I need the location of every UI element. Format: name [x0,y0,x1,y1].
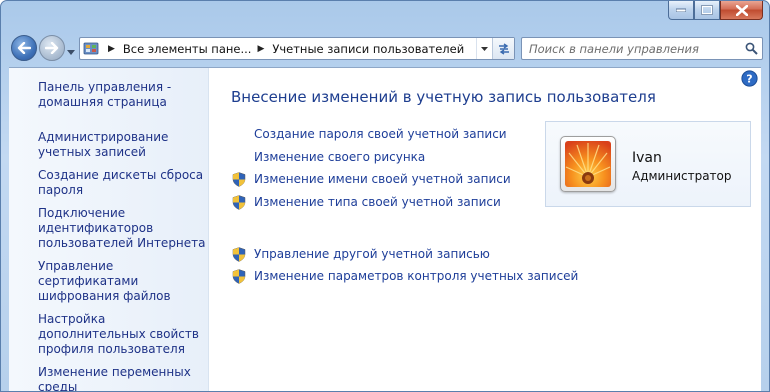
window-caption-buttons [668,1,763,20]
breadcrumb-label: Учетные записи пользователей [272,41,465,56]
navigation-toolbar: ▶ Все элементы пане... ▶ Учетные записи … [1,31,769,65]
task-sidebar: Панель управления - домашняя страница Ад… [9,68,209,391]
chevron-down-icon [67,50,75,55]
sidebar-item-encryption-certificates[interactable]: Управление сертификатами шифрования файл… [38,259,210,304]
control-panel-window: ▶ Все элементы пане... ▶ Учетные записи … [0,0,770,392]
sidebar-item-environment-variables[interactable]: Изменение переменных среды [38,365,210,391]
sidebar-item-online-ids[interactable]: Подключение идентификаторов пользователе… [38,206,210,251]
breadcrumb-separator-icon[interactable]: ▶ [257,44,264,54]
task-uac-settings[interactable]: Изменение параметров контроля учетных за… [231,268,578,284]
task-label: Управление другой учетной записью [254,247,490,261]
page-title: Внесение изменений в учетную запись поль… [231,88,656,106]
task-create-password[interactable]: Создание пароля своей учетной записи [231,126,507,142]
breadcrumb-user-accounts[interactable]: Учетные записи пользователей [272,42,464,56]
minimize-icon [676,8,686,12]
task-label: Изменение параметров контроля учетных за… [254,269,579,283]
arrow-right-icon [45,42,59,54]
chevron-down-icon [481,46,488,51]
task-label: Изменение типа своей учетной записи [254,195,501,209]
maximize-button[interactable] [694,1,720,20]
back-button[interactable] [11,35,37,61]
refresh-icon [498,43,509,55]
minimize-button[interactable] [668,1,694,20]
uac-shield-icon [231,268,247,284]
control-panel-icon [80,38,102,59]
breadcrumb-label: Все элементы пане... [122,41,252,56]
uac-shield-icon [231,194,247,210]
help-icon: ? [741,70,758,87]
task-change-type[interactable]: Изменение типа своей учетной записи [231,194,501,210]
task-label: Изменение имени своей учетной записи [254,172,511,186]
forward-button[interactable] [39,35,65,61]
svg-text:?: ? [746,73,752,86]
breadcrumb-separator-icon[interactable]: ▶ [108,44,115,54]
task-change-picture[interactable]: Изменение своего рисунка [231,149,425,165]
sidebar-item-control-panel-home[interactable]: Панель управления - домашняя страница [38,80,210,110]
user-name: Ivan [632,150,662,166]
sidebar-item-reset-disk[interactable]: Создание дискеты сброса пароля [38,168,210,198]
task-label: Создание пароля своей учетной записи [254,127,507,141]
close-button[interactable] [720,1,763,20]
task-label: Изменение своего рисунка [254,150,426,164]
task-change-name[interactable]: Изменение имени своей учетной записи [231,171,511,187]
sidebar-item-profile-properties[interactable]: Настройка дополнительных свойств профиля… [38,312,210,357]
user-account-card: Ivan Администратор [545,121,751,207]
content-area: Панель управления - домашняя страница Ад… [9,67,761,391]
help-button[interactable]: ? [741,70,758,90]
task-manage-other-account[interactable]: Управление другой учетной записью [231,246,490,262]
uac-shield-icon [231,171,247,187]
refresh-button[interactable] [492,38,514,59]
address-history-button[interactable] [476,38,492,59]
address-bar[interactable]: ▶ Все элементы пане... ▶ Учетные записи … [79,37,515,60]
close-icon [735,4,748,16]
avatar[interactable] [560,136,616,192]
main-panel: Внесение изменений в учетную запись поль… [231,68,761,391]
search-input[interactable] [529,41,740,56]
uac-shield-icon [231,246,247,262]
breadcrumb-all-items[interactable]: Все элементы пане... [123,42,252,56]
address-bar-actions [476,38,514,59]
search-box[interactable] [521,37,763,60]
search-icon[interactable] [740,42,762,55]
arrow-left-icon [17,42,31,54]
user-role: Администратор [632,169,732,183]
flower-picture-icon [565,141,611,187]
recent-pages-dropdown[interactable] [67,44,75,58]
maximize-icon [701,5,713,15]
sidebar-item-manage-accounts[interactable]: Администрирование учетных записей [38,130,210,160]
